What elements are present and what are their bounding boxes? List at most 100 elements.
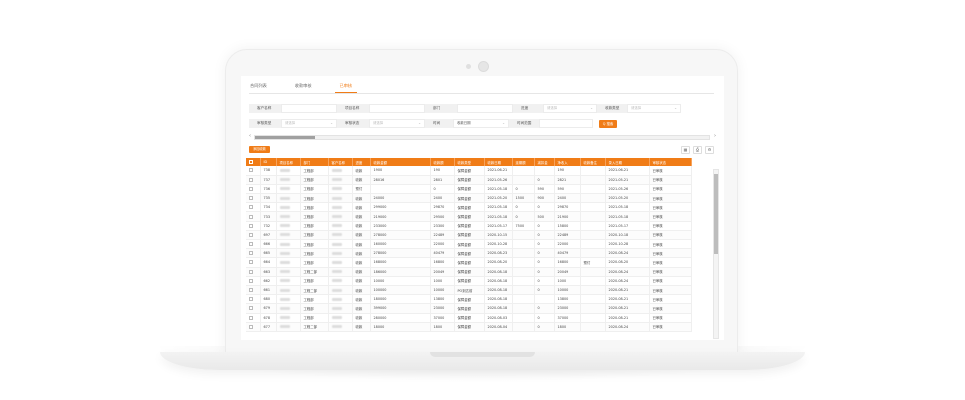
project-input[interactable] <box>369 104 425 113</box>
payment-type-select[interactable]: 请选择 ⌄ <box>627 104 681 113</box>
column-header[interactable]: 录入日期 <box>605 158 650 166</box>
column-header[interactable]: ID <box>260 158 277 166</box>
column-header[interactable]: 进度 <box>352 158 371 166</box>
review-status-select[interactable]: 请选择 ⌄ <box>369 119 425 128</box>
row-checkbox[interactable] <box>246 221 261 231</box>
horizontal-scroll-thumb[interactable] <box>255 136 315 139</box>
redacted-text <box>331 260 342 264</box>
column-header[interactable]: 项目名称 <box>276 158 301 166</box>
table-cell: 2020-08-21 <box>605 285 650 296</box>
column-header[interactable]: 收款日期 <box>484 158 513 166</box>
vertical-scrollbar[interactable] <box>713 169 719 339</box>
row-checkbox[interactable] <box>246 175 261 185</box>
add-payment-button[interactable]: 添加收款 <box>249 146 270 153</box>
table-row[interactable]: 734 工程部 收款 299000 29870 保障金额 2021-05-18 0 0 29870… <box>246 202 692 213</box>
checkbox-icon <box>249 186 253 191</box>
column-header[interactable]: 部门 <box>300 158 329 166</box>
row-checkbox[interactable] <box>246 267 261 277</box>
filter-label-review-status: 审核状态 <box>337 119 369 128</box>
table-cell: PO到达前 <box>454 285 485 296</box>
time-field-select[interactable]: 收款日期 ⌄ <box>453 119 509 128</box>
row-checkbox[interactable] <box>246 313 261 323</box>
table-row[interactable]: 697 工程部 收款 278000 22489 保障金额 2020-10-15 0 22489 2… <box>246 230 692 241</box>
table-cell: 28016 <box>370 175 431 185</box>
row-checkbox[interactable] <box>246 230 261 241</box>
table-cell: 保障金额 <box>454 175 485 185</box>
table-row[interactable]: 737 工程部 收款 28016 2801 保障金额 2021-05-26 0 2821 2021… <box>246 175 692 185</box>
column-header[interactable]: 收款金额 <box>370 158 431 166</box>
row-checkbox[interactable] <box>246 322 261 332</box>
table-cell <box>276 193 301 204</box>
table-cell: 233000 <box>370 221 431 231</box>
review-type-select[interactable]: 请选择 ⌄ <box>281 119 337 128</box>
progress-select[interactable]: 请选择 ⌄ <box>543 104 597 113</box>
filter-icon[interactable]: ▦ <box>681 146 690 154</box>
column-header[interactable]: 延期额 <box>512 158 535 166</box>
table-row[interactable]: 661 工程二部 收款 100000 10000 PO到达前 2020-08-18 0 1000… <box>246 285 692 296</box>
table-row[interactable]: 662 工程部 收款 10000 1000 保障金额 2020-08-18 0 1000 2020… <box>246 276 692 286</box>
table-cell <box>512 248 535 259</box>
table-row[interactable]: 666 工程部 收款 160000 22000 保障金额 2020-10-28 0 22000 2… <box>246 239 692 250</box>
table-row[interactable]: 736 工程部 预付 0 保障金额 2021-05-18 0 590 590 2021-05-26… <box>246 184 692 195</box>
scroll-right-icon[interactable]: › <box>714 133 716 140</box>
column-header[interactable]: 减扣金 <box>534 158 555 166</box>
table-cell: 18000 <box>370 322 431 332</box>
table-cell: 16800 <box>554 257 581 268</box>
column-header[interactable]: 审核状态 <box>649 158 692 166</box>
horizontal-scrollbar[interactable] <box>254 135 710 140</box>
table-cell: 工程部 <box>300 175 329 185</box>
row-checkbox[interactable] <box>246 193 261 204</box>
column-header[interactable]: 净收入 <box>554 158 581 166</box>
column-header[interactable]: 收款类型 <box>454 158 485 166</box>
row-checkbox[interactable] <box>246 285 261 296</box>
table-cell: 900 <box>534 193 555 204</box>
table-row[interactable]: 665 工程部 收款 278000 40479 保障金额 2020-08-23 0 40479 2… <box>246 248 692 259</box>
vertical-scroll-thumb[interactable] <box>714 174 718 254</box>
table-row[interactable]: 732 工程部 收款 233000 23300 保障金额 2021-05-17 7500 0 15… <box>246 221 692 231</box>
table-row[interactable]: 678 工程部 收款 280000 37000 保障金额 2020-08-03 0 37000 2… <box>246 313 692 323</box>
table-cell <box>276 230 301 241</box>
scroll-left-icon[interactable]: ‹ <box>249 133 251 140</box>
column-header[interactable]: 收款备注 <box>580 158 606 166</box>
table-row[interactable]: 664 工程部 收款 168000 16800 保障金额 2020-08-20 0 16800 预… <box>246 257 692 268</box>
column-header[interactable]: 收款额 <box>430 158 455 166</box>
table-cell: 0 <box>430 184 455 195</box>
settings-icon[interactable]: ⚙ <box>705 146 714 154</box>
row-checkbox[interactable] <box>246 276 261 286</box>
row-checkbox[interactable] <box>246 211 261 222</box>
redacted-text <box>331 224 342 228</box>
table-row[interactable]: 738 工程部 收款 1900 190 保障金额 2021-06-21 190 2021-06-… <box>246 166 692 176</box>
table-cell: 22000 <box>430 239 455 250</box>
table-cell: 13800 <box>430 294 455 305</box>
table-cell: 2021-06-21 <box>484 166 513 176</box>
customer-input[interactable] <box>281 104 337 113</box>
print-icon[interactable]: ⎙ <box>693 146 702 154</box>
department-input[interactable] <box>457 104 513 113</box>
row-checkbox[interactable] <box>246 202 261 213</box>
select-all-checkbox[interactable] <box>246 158 261 166</box>
row-checkbox[interactable] <box>246 166 261 176</box>
table-cell <box>328 221 353 231</box>
table-row[interactable]: 680 工程部 收款 180000 13800 保障金额 2020-08-18 13800 20… <box>246 294 692 305</box>
table-cell <box>276 257 301 268</box>
search-button[interactable]: Q 搜索 <box>599 120 617 128</box>
table-cell: 0 <box>512 211 535 222</box>
table-row[interactable]: 679 工程部 收款 399000 23000 保障金额 2020-08-18 0 23000 2… <box>246 303 692 314</box>
row-checkbox[interactable] <box>246 294 261 305</box>
table-cell: 590 <box>554 184 581 195</box>
table-row[interactable]: 735 工程部 收款 24000 2400 保障金额 2021-05-20 1500 900 24… <box>246 193 692 204</box>
row-checkbox[interactable] <box>246 239 261 250</box>
table-row[interactable]: 677 工程二部 收款 18000 1800 保障金额 2020-08-04 0 1800 202… <box>246 322 692 332</box>
data-table-wrapper: ID 项目名称 部门 客户名称 进度 收款金额 收款额 收款类型 收款日期 延期额 减扣金 净收入 收款… <box>246 158 714 340</box>
column-header[interactable]: 客户名称 <box>328 158 353 166</box>
table-row[interactable]: 663 工程二部 收款 186000 20049 保障金额 2020-08-18 0 20049… <box>246 267 692 277</box>
table-cell: 40479 <box>554 248 581 259</box>
table-cell: 1800 <box>554 322 581 332</box>
table-cell: 工程部 <box>300 239 329 250</box>
row-checkbox[interactable] <box>246 257 261 268</box>
row-checkbox[interactable] <box>246 184 261 195</box>
row-checkbox[interactable] <box>246 303 261 314</box>
table-row[interactable]: 733 工程部 收款 219000 29500 保障金额 2021-05-18 0 500 219… <box>246 211 692 222</box>
time-range-input[interactable] <box>539 119 593 128</box>
row-checkbox[interactable] <box>246 248 261 259</box>
